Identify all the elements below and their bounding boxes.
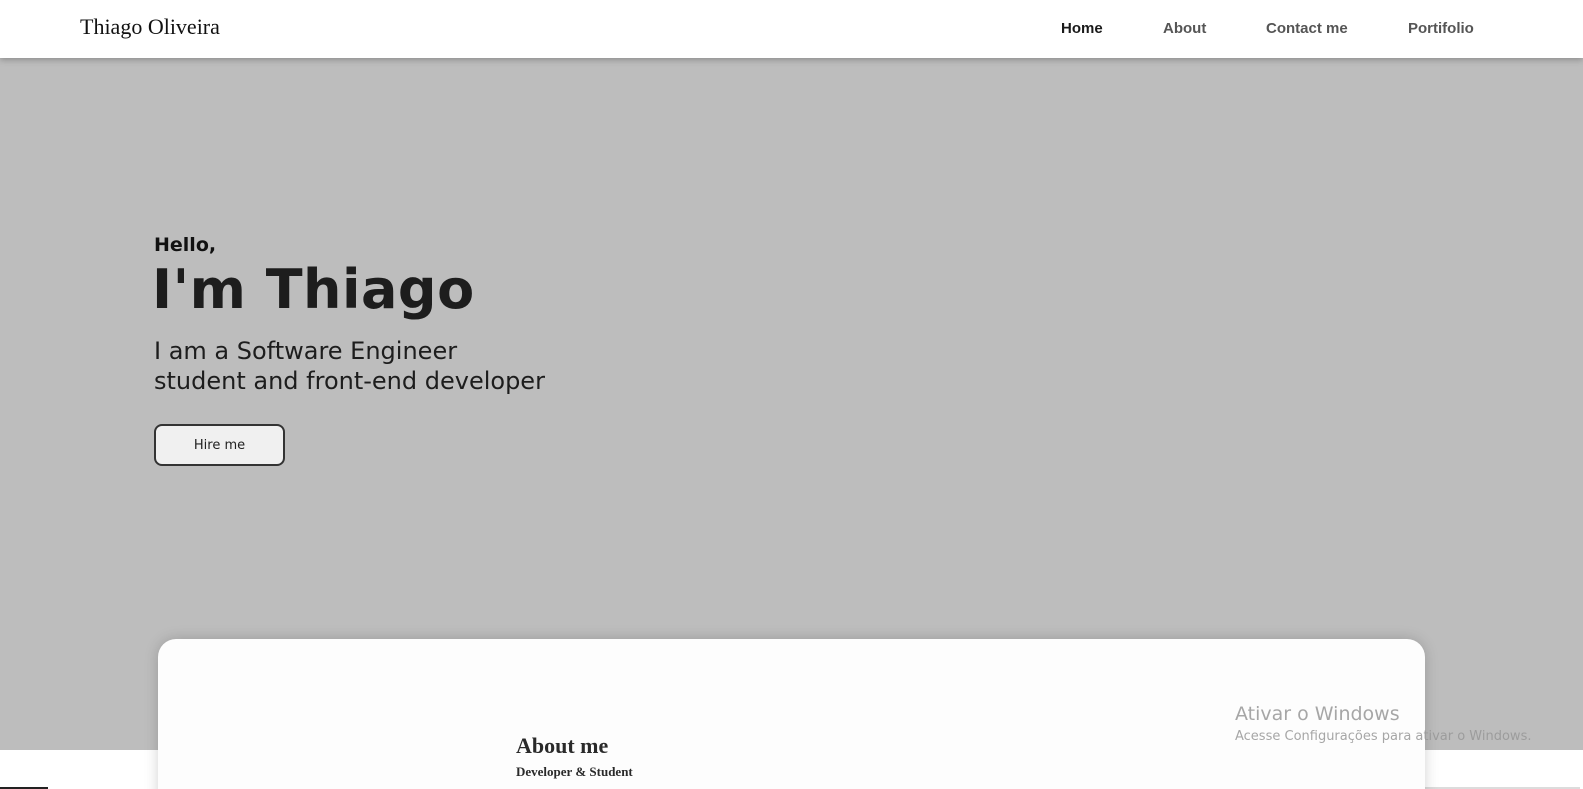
hero-description-line-2: student and front-end developer (154, 367, 545, 395)
about-title: About me (516, 733, 609, 758)
hero-title: I'm Thiago (152, 258, 475, 321)
nav-link-contact[interactable]: Contact me (1266, 20, 1348, 37)
nav-link-home[interactable]: Home (1061, 20, 1103, 37)
about-card: About me Developer & Student (158, 639, 1425, 789)
hire-me-button[interactable]: Hire me (154, 424, 285, 466)
hero-description-line-1: I am a Software Engineer (154, 337, 458, 365)
main-nav: Home About Contact me Portifolio (0, 20, 1583, 40)
nav-link-portfolio[interactable]: Portifolio (1408, 20, 1474, 37)
nav-link-about[interactable]: About (1163, 20, 1206, 37)
hero-description: I am a Software Engineer student and fro… (154, 336, 594, 396)
top-navbar: Thiago Oliveira Home About Contact me Po… (0, 0, 1583, 58)
hero-greeting: Hello, (154, 234, 217, 256)
about-subtitle: Developer & Student (516, 764, 633, 779)
